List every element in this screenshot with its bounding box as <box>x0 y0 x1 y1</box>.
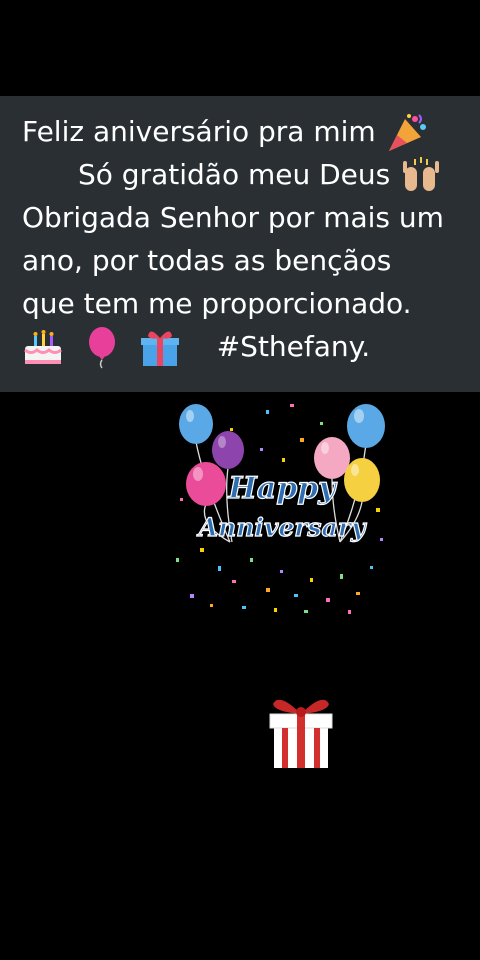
birthday-cake-icon <box>22 330 73 364</box>
caption-box: Feliz aniversário pra mim Só gratidão me… <box>0 96 480 392</box>
caption-text-2: Só gratidão meu Deus <box>78 158 391 191</box>
caption-line-1: Feliz aniversário pra mim <box>22 110 480 153</box>
card-word-anniversary: Anniversary <box>197 513 367 542</box>
anniversary-illustration: Happy Anniversary <box>176 404 385 614</box>
party-popper-icon <box>388 114 426 151</box>
caption-line-3: Obrigada Senhor por mais um <box>22 201 444 234</box>
caption-line-2: Só gratidão meu Deus <box>22 153 480 196</box>
hashtag: #Sthefany. <box>216 330 371 363</box>
raised-hands-icon <box>403 157 440 191</box>
happy-anniversary-card: Happy Anniversary <box>170 398 390 620</box>
caption-line-4: ano, por todas as bençãos <box>22 244 392 277</box>
gift-box-icon <box>268 694 334 770</box>
balloon-icon <box>87 327 126 369</box>
card-word-happy: Happy <box>227 471 338 506</box>
caption-line-6: #Sthefany. <box>22 325 480 369</box>
caption-text-1: Feliz aniversário pra mim <box>22 115 376 148</box>
caption-line-5: que tem me proporcionado. <box>22 287 412 320</box>
gift-icon <box>140 330 189 366</box>
